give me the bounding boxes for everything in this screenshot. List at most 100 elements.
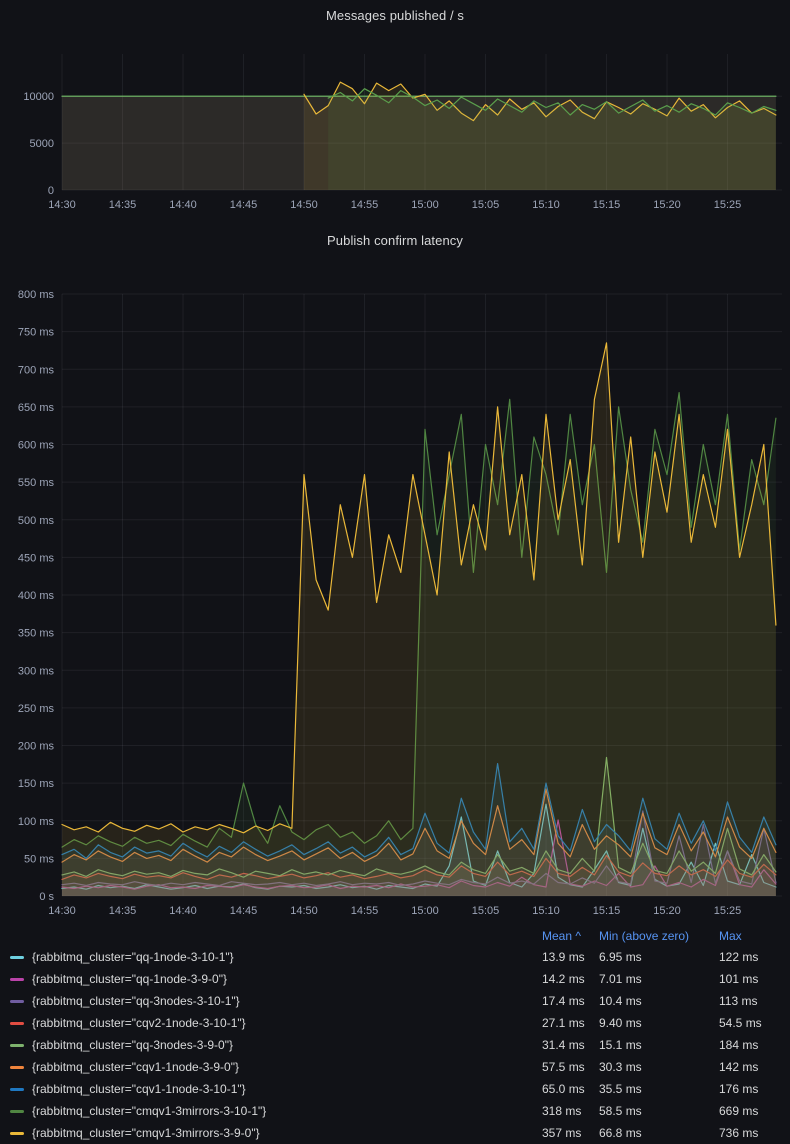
legend-series-label[interactable]: {rabbitmq_cluster="qq-3nodes-3-10-1"} (10, 994, 542, 1008)
legend-max-value: 176 ms (719, 1082, 774, 1096)
panel-title-publish-confirm-latency[interactable]: Publish confirm latency (0, 220, 790, 260)
y-tick-label: 600 ms (18, 440, 55, 452)
x-tick-label: 15:05 (472, 905, 500, 917)
y-tick-label: 200 ms (18, 741, 55, 753)
legend-min-value: 7.01 ms (599, 972, 719, 986)
legend-series-label[interactable]: {rabbitmq_cluster="cmqv1-3mirrors-3-9-0"… (10, 1126, 542, 1140)
legend-max-value: 54.5 ms (719, 1016, 774, 1030)
legend-mean-value: 31.4 ms (542, 1038, 599, 1052)
legend-min-value: 10.4 ms (599, 994, 719, 1008)
y-tick-label: 650 ms (18, 402, 55, 414)
legend-series-label[interactable]: {rabbitmq_cluster="cqv1-1node-3-9-0"} (10, 1060, 542, 1074)
series-color-swatch[interactable] (10, 1000, 24, 1003)
x-tick-label: 15:15 (593, 905, 621, 917)
x-tick-label: 15:25 (714, 905, 742, 917)
x-tick-label: 14:35 (109, 905, 137, 917)
legend-table: Mean ^ Min (above zero) Max {rabbitmq_cl… (0, 922, 790, 1144)
series-color-swatch[interactable] (10, 1044, 24, 1047)
legend-row: {rabbitmq_cluster="cqv1-1node-3-10-1"} 6… (10, 1078, 774, 1100)
x-tick-label: 14:30 (48, 199, 76, 211)
legend-series-label[interactable]: {rabbitmq_cluster="qq-3nodes-3-9-0"} (10, 1038, 542, 1052)
x-tick-label: 15:05 (472, 199, 500, 211)
legend-mean-value: 13.9 ms (542, 950, 599, 964)
series-color-swatch[interactable] (10, 956, 24, 959)
y-tick-label: 0 (48, 185, 54, 197)
legend-mean-value: 27.1 ms (542, 1016, 599, 1030)
grafana-dashboard: { "theme": { "background": "#111217", "g… (0, 0, 790, 1144)
legend-max-value: 669 ms (719, 1104, 774, 1118)
legend-max-value: 101 ms (719, 972, 774, 986)
x-tick-label: 14:55 (351, 199, 379, 211)
legend-mean-value: 14.2 ms (542, 972, 599, 986)
x-tick-label: 14:55 (351, 905, 379, 917)
x-tick-label: 15:20 (653, 199, 681, 211)
y-tick-label: 700 ms (18, 364, 55, 376)
legend-max-value: 142 ms (719, 1060, 774, 1074)
y-tick-label: 400 ms (18, 590, 55, 602)
x-tick-label: 15:10 (532, 199, 560, 211)
x-tick-label: 15:00 (411, 199, 439, 211)
legend-row: {rabbitmq_cluster="cqv1-1node-3-9-0"} 57… (10, 1056, 774, 1078)
panel-publish-confirm-latency: Publish confirm latency 14:3014:3514:401… (0, 220, 790, 922)
legend-mean-value: 318 ms (542, 1104, 599, 1118)
x-tick-label: 15:00 (411, 905, 439, 917)
y-tick-label: 250 ms (18, 703, 55, 715)
x-tick-label: 15:10 (532, 905, 560, 917)
x-tick-label: 14:50 (290, 905, 318, 917)
legend-mean-value: 17.4 ms (542, 994, 599, 1008)
legend-min-value: 9.40 ms (599, 1016, 719, 1030)
legend-row: {rabbitmq_cluster="cmqv1-3mirrors-3-10-1… (10, 1100, 774, 1122)
y-tick-label: 450 ms (18, 552, 55, 564)
series-color-swatch[interactable] (10, 1066, 24, 1069)
messages-published-chart[interactable]: 14:3014:3514:4014:4514:5014:5515:0015:05… (0, 30, 790, 220)
legend-mean-value: 357 ms (542, 1126, 599, 1140)
legend-min-value: 30.3 ms (599, 1060, 719, 1074)
publish-confirm-latency-chart[interactable]: 14:30 14:35 14:40 14:45 14:50 14:55 15:00 15:05… (0, 260, 790, 922)
legend-row: {rabbitmq_cluster="qq-1node-3-10-1"} 13.… (10, 946, 774, 968)
legend-series-label[interactable]: {rabbitmq_cluster="cqv2-1node-3-10-1"} (10, 1016, 542, 1030)
legend-row: {rabbitmq_cluster="qq-1node-3-9-0"} 14.2… (10, 968, 774, 990)
legend-row: {rabbitmq_cluster="cmqv1-3mirrors-3-9-0"… (10, 1122, 774, 1144)
y-tick-label: 50 ms (24, 853, 54, 865)
legend-row: {rabbitmq_cluster="cqv2-1node-3-10-1"} 2… (10, 1012, 774, 1034)
y-tick-label: 350 ms (18, 628, 55, 640)
legend-min-value: 15.1 ms (599, 1038, 719, 1052)
y-tick-label: 150 ms (18, 778, 55, 790)
y-tick-label: 10000 (23, 91, 54, 103)
x-tick-label: 14:40 (169, 905, 197, 917)
series-area-cmqv1-3mirrors-3-9-0 (62, 343, 776, 896)
legend-sort-mean[interactable]: Mean ^ (542, 929, 599, 943)
legend-sort-min[interactable]: Min (above zero) (599, 929, 719, 943)
series-color-swatch[interactable] (10, 1088, 24, 1091)
y-tick-label: 100 ms (18, 816, 55, 828)
x-tick-label: 14:45 (230, 199, 258, 211)
x-tick-label: 14:45 (230, 905, 258, 917)
y-tick-label: 300 ms (18, 665, 55, 677)
legend-series-label[interactable]: {rabbitmq_cluster="cmqv1-3mirrors-3-10-1… (10, 1104, 542, 1118)
legend-min-value: 58.5 ms (599, 1104, 719, 1118)
legend-series-label[interactable]: {rabbitmq_cluster="qq-1node-3-10-1"} (10, 950, 542, 964)
legend-min-value: 6.95 ms (599, 950, 719, 964)
series-color-swatch[interactable] (10, 978, 24, 981)
legend-mean-value: 65.0 ms (542, 1082, 599, 1096)
legend-row: {rabbitmq_cluster="qq-3nodes-3-10-1"} 17… (10, 990, 774, 1012)
y-tick-label: 0 s (39, 891, 54, 903)
panel-title-messages-published[interactable]: Messages published / s (0, 0, 790, 30)
x-tick-label: 14:40 (169, 199, 197, 211)
legend-series-label[interactable]: {rabbitmq_cluster="cqv1-1node-3-10-1"} (10, 1082, 542, 1096)
y-tick-label: 550 ms (18, 477, 55, 489)
x-tick-label: 15:25 (714, 199, 742, 211)
series-color-swatch[interactable] (10, 1022, 24, 1025)
y-tick-label: 800 ms (18, 289, 55, 301)
legend-max-value: 122 ms (719, 950, 774, 964)
legend-min-value: 66.8 ms (599, 1126, 719, 1140)
legend-min-value: 35.5 ms (599, 1082, 719, 1096)
x-tick-label: 14:50 (290, 199, 318, 211)
legend-sort-max[interactable]: Max (719, 929, 774, 943)
x-tick-label: 14:30 (48, 905, 76, 917)
legend-series-label[interactable]: {rabbitmq_cluster="qq-1node-3-9-0"} (10, 972, 542, 986)
panel-messages-published: Messages published / s 14:3014:3514:4014… (0, 0, 790, 220)
legend-header-row: Mean ^ Min (above zero) Max (10, 926, 774, 946)
series-color-swatch[interactable] (10, 1132, 24, 1135)
series-color-swatch[interactable] (10, 1110, 24, 1113)
